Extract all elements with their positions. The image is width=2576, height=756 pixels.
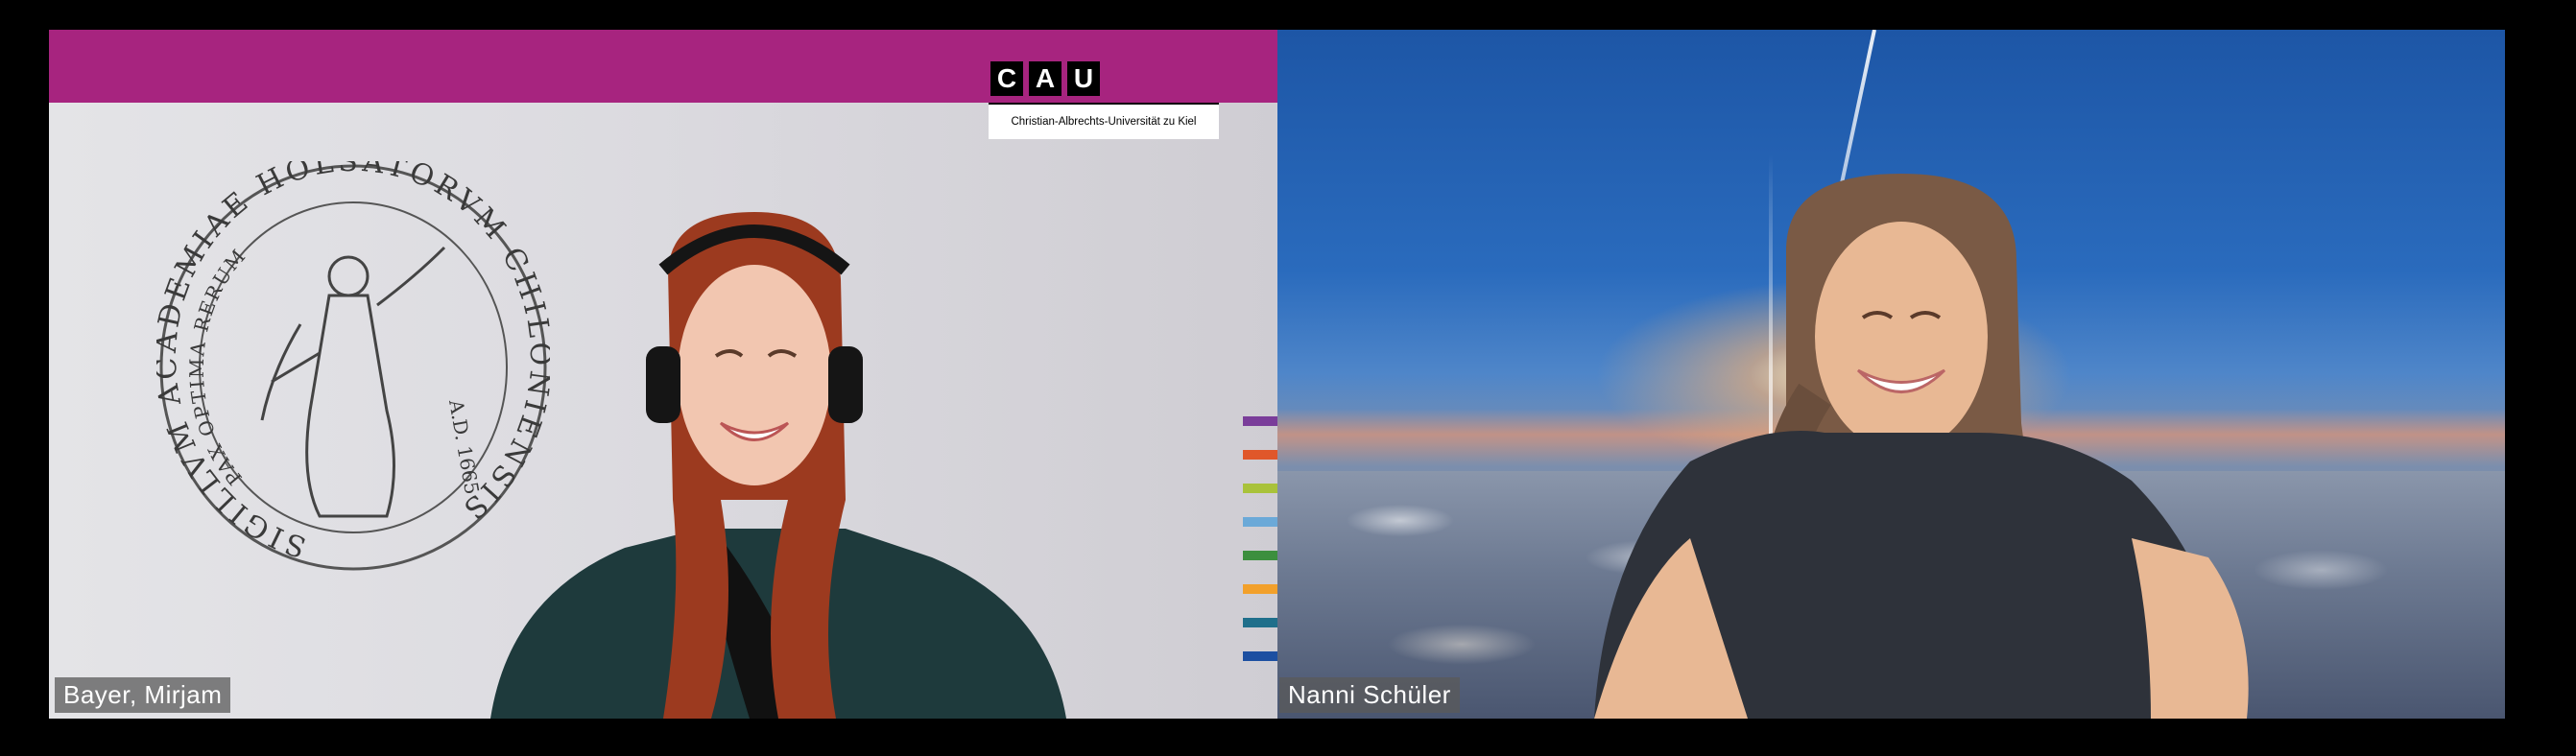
color-stripes: [1243, 416, 1277, 685]
participant-video-bayer-mirjam: [490, 212, 1066, 719]
video-tile-bayer-mirjam[interactable]: C A U Christian-Albrechts-Universität zu…: [49, 30, 1277, 719]
logo-subtitle: Christian-Albrechts-Universität zu Kiel: [989, 103, 1219, 139]
logo-letter: C: [990, 61, 1023, 96]
participant-video-nanni-schueler: [1594, 174, 2249, 719]
logo-letter: A: [1029, 61, 1061, 96]
logo-letter: U: [1067, 61, 1100, 96]
cau-logo: C A U Christian-Albrechts-Universität zu…: [989, 61, 1219, 169]
participant-name-label: Nanni Schüler: [1279, 677, 1460, 713]
participant-name-label: Bayer, Mirjam: [55, 677, 231, 713]
video-tile-nanni-schueler[interactable]: Nanni Schüler: [1277, 30, 2505, 719]
